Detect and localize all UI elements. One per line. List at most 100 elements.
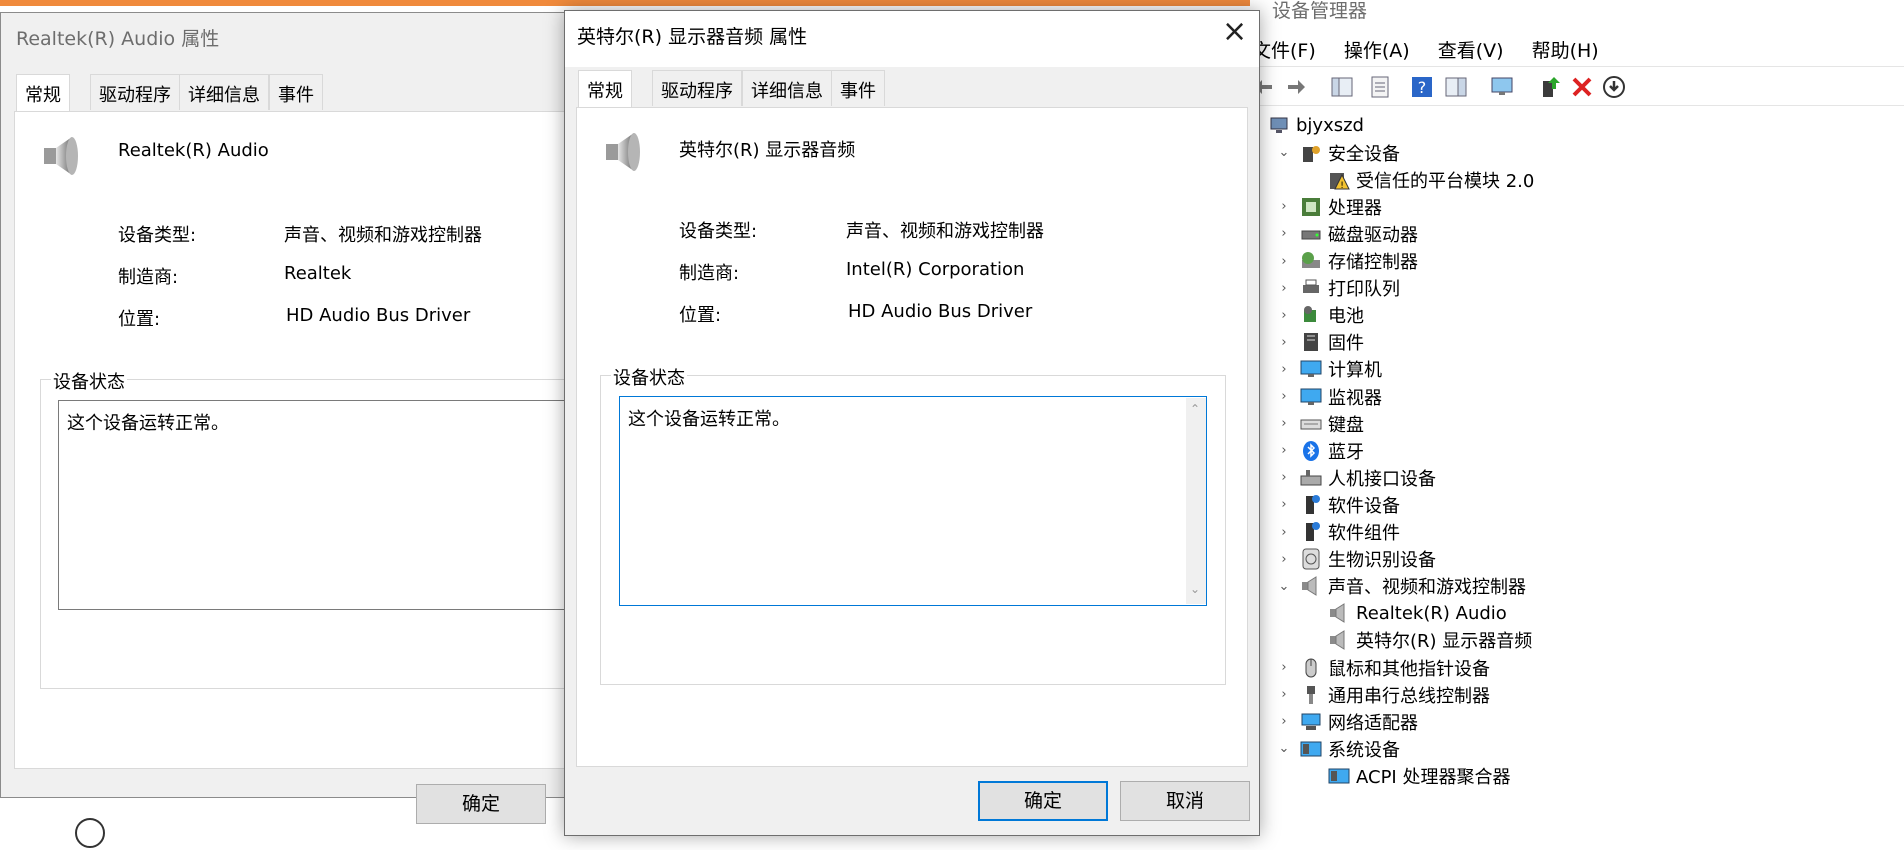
system-icon [1300,738,1322,760]
chevron-right-icon[interactable]: › [1276,254,1292,269]
help-icon[interactable]: ? [1410,75,1434,99]
tree-item[interactable]: ⌄ 安全设备 [1276,139,1400,166]
chevron-right-icon[interactable]: › [1276,497,1292,512]
network-icon [1300,711,1322,733]
tree-item[interactable]: Realtek(R) Audio [1304,600,1507,627]
warning-icon: ! [1328,169,1350,191]
device-status-textbox[interactable]: 这个设备运转正常。 [619,396,1207,606]
tree-item-label: ACPI 处理器聚合器 [1356,766,1511,788]
chevron-right-icon[interactable]: › [1276,443,1292,458]
tree-item[interactable]: › 处理器 [1276,193,1382,220]
chevron-right-icon[interactable]: › [1276,714,1292,729]
intel-dialog-title: 英特尔(R) 显示器音频 属性 [577,26,808,48]
tree-item[interactable]: › 键盘 [1276,410,1364,437]
chevron-down-icon[interactable]: ⌄ [1276,741,1292,756]
tree-item[interactable]: › 监视器 [1276,383,1382,410]
tree-item[interactable]: › 磁盘驱动器 [1276,220,1418,247]
chevron-down-icon[interactable]: ⌄ [1276,145,1292,160]
tree-item[interactable]: ⌄ 系统设备 [1276,735,1400,762]
battery-icon [1300,304,1322,326]
show-hide-tree-icon[interactable] [1330,75,1354,99]
tree-item-label: 声音、视频和游戏控制器 [1328,577,1526,599]
tree-item[interactable]: › 鼠标和其他指针设备 [1276,654,1490,681]
tree-item-label: 安全设备 [1328,143,1400,165]
tree-item[interactable]: › 网络适配器 [1276,708,1418,735]
download-arrow-icon[interactable] [1602,75,1626,99]
tree-item[interactable]: › 生物识别设备 [1276,546,1436,573]
tab-driver[interactable]: 驱动程序 [652,70,742,106]
tree-item[interactable]: ⌄ 声音、视频和游戏控制器 [1276,573,1526,600]
chevron-right-icon[interactable]: › [1276,687,1292,702]
chevron-right-icon[interactable]: › [1276,335,1292,350]
chevron-right-icon[interactable]: › [1276,470,1292,485]
scroll-up-icon[interactable]: ⌃ [1190,402,1200,416]
tab-details[interactable]: 详细信息 [742,70,832,106]
software-icon [1300,494,1322,516]
tree-item-label: 软件组件 [1328,523,1400,544]
cpu-icon [1300,196,1322,218]
chevron-right-icon[interactable]: › [1276,362,1292,377]
fingerprint-icon [1300,548,1322,570]
chevron-right-icon[interactable]: › [1276,552,1292,567]
chevron-right-icon[interactable]: › [1276,660,1292,675]
device-manager-title: 设备管理器 [1272,0,1368,22]
intel-cancel-button[interactable]: 取消 [1120,781,1250,821]
action-pane-icon[interactable] [1444,75,1468,99]
tree-item[interactable]: › 存储控制器 [1276,248,1418,275]
monitor-icon [1300,386,1322,408]
tab-general[interactable]: 常规 [578,70,632,108]
chevron-right-icon[interactable]: › [1276,226,1292,241]
tree-item[interactable]: › 软件组件 [1276,519,1400,546]
tab-events[interactable]: 事件 [269,74,323,110]
chevron-down-icon[interactable]: ⌄ [1276,579,1292,594]
tree-item[interactable]: ACPI 处理器聚合器 [1304,762,1510,789]
status-scrollbar[interactable]: ⌃ ⌄ [1186,398,1206,604]
chevron-right-icon[interactable]: › [1276,416,1292,431]
computer-root-icon [1268,115,1290,137]
chevron-right-icon[interactable]: › [1276,199,1292,214]
software-icon [1300,521,1322,543]
tree-item[interactable]: › 电池 [1276,302,1364,329]
tree-item-label: 鼠标和其他指针设备 [1328,658,1490,680]
hid-icon [1300,467,1322,489]
tree-item[interactable]: › 打印队列 [1276,275,1400,302]
chevron-right-icon[interactable]: › [1276,389,1292,404]
tree-item[interactable]: › 固件 [1276,329,1364,356]
menu-file[interactable]: 文件(F) [1252,40,1316,62]
manufacturer-label: 制造商: [679,263,740,284]
chevron-right-icon[interactable]: › [1276,281,1292,296]
properties-icon[interactable] [1368,75,1392,99]
tree-item-label: 系统设备 [1328,739,1400,761]
tree-item[interactable]: ! 受信任的平台模块 2.0 [1304,166,1534,193]
menu-view[interactable]: 查看(V) [1438,40,1504,62]
menu-help[interactable]: 帮助(H) [1532,40,1599,62]
tab-details[interactable]: 详细信息 [179,74,269,110]
tree-item[interactable]: › 计算机 [1276,356,1382,383]
tree-item[interactable]: bjyxszd [1268,112,1364,139]
tab-events[interactable]: 事件 [831,70,885,106]
chevron-right-icon[interactable]: › [1276,308,1292,323]
tab-general[interactable]: 常规 [16,74,70,112]
tree-item[interactable]: › 软件设备 [1276,491,1400,518]
tree-item[interactable]: 英特尔(R) 显示器音频 [1304,627,1532,654]
tree-item[interactable]: › 通用串行总线控制器 [1276,681,1490,708]
printer-icon [1300,277,1322,299]
scan-hardware-icon[interactable] [1490,75,1514,99]
speaker-icon [606,133,640,171]
device-status-title: 设备状态 [51,368,127,394]
menu-action[interactable]: 操作(A) [1344,40,1410,62]
scroll-down-icon[interactable]: ⌄ [1190,582,1200,596]
close-icon[interactable]: × [1222,14,1247,49]
uninstall-device-icon[interactable] [1570,75,1594,99]
tree-item-label: 蓝牙 [1328,441,1364,463]
tab-driver[interactable]: 驱动程序 [90,74,180,110]
tree-item[interactable]: › 人机接口设备 [1276,464,1436,491]
tree-item[interactable]: › 蓝牙 [1276,437,1364,464]
realtek-ok-button[interactable]: 确定 [416,784,546,824]
intel-ok-button[interactable]: 确定 [978,781,1108,821]
chevron-right-icon[interactable]: › [1276,525,1292,540]
tree-item-label: 键盘 [1328,414,1364,436]
device-status-title: 设备状态 [611,364,687,390]
update-driver-icon[interactable] [1538,75,1562,99]
forward-arrow-icon[interactable] [1284,75,1308,99]
